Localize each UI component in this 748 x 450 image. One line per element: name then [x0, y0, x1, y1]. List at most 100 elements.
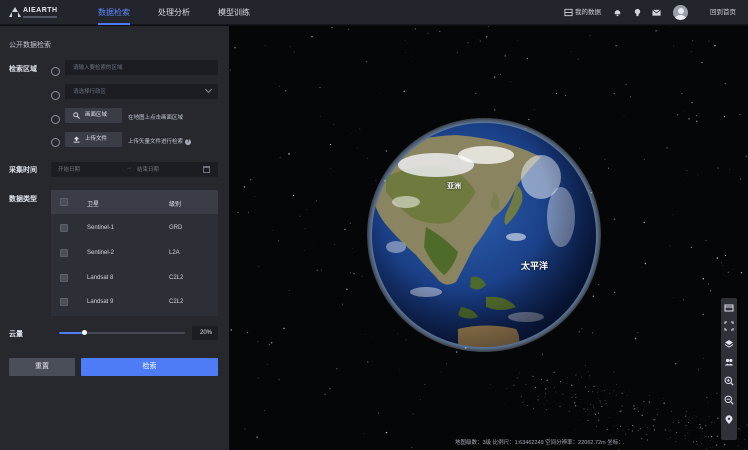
tab-model-training[interactable]: 模型训练: [218, 0, 250, 25]
star: [331, 26, 333, 28]
star: [696, 120, 698, 122]
radio-admin-select[interactable]: [51, 91, 60, 100]
star: [593, 405, 595, 407]
star: [653, 429, 656, 431]
star: [258, 266, 259, 267]
row-checkbox[interactable]: [60, 249, 68, 257]
star: [526, 57, 528, 60]
star: [504, 55, 506, 57]
reset-button[interactable]: 重置: [9, 358, 75, 376]
star: [599, 402, 601, 404]
star: [628, 428, 630, 430]
star: [356, 148, 358, 150]
row-checkbox[interactable]: [60, 298, 68, 306]
cloud-slider-handle[interactable]: [82, 330, 88, 335]
start-date-input[interactable]: [58, 162, 118, 177]
search-icon: [73, 112, 80, 119]
level-value: GRD: [169, 225, 183, 231]
cloud-value-box[interactable]: 20%: [192, 326, 218, 340]
star: [399, 368, 401, 370]
star: [513, 384, 515, 386]
map-view[interactable]: 亚洲 太平洋: [229, 26, 748, 450]
region-search-input[interactable]: [65, 60, 218, 75]
row-checkbox[interactable]: [60, 274, 68, 282]
row-checkbox[interactable]: [60, 224, 68, 232]
star: [584, 364, 586, 366]
star: [648, 401, 650, 403]
star: [598, 412, 600, 414]
star: [420, 399, 421, 400]
database-icon[interactable]: [564, 8, 573, 17]
mail-icon[interactable]: [652, 8, 661, 17]
star: [709, 290, 712, 292]
star: [601, 391, 603, 392]
search-panel: 公开数据检索 检索区域 画面区域 在地图上点击画面区域 上传文件 上传矢量文件进…: [0, 26, 229, 450]
star: [632, 424, 634, 427]
star: [637, 407, 639, 409]
star: [414, 28, 416, 30]
zoom-in-icon[interactable]: [724, 376, 734, 386]
star: [553, 371, 555, 374]
star: [346, 288, 348, 291]
home-link[interactable]: 回到首页: [710, 0, 736, 25]
star: [257, 341, 259, 343]
cloud-slider[interactable]: [59, 330, 185, 335]
tab-analysis[interactable]: 处理分析: [158, 0, 190, 25]
date-range-picker[interactable]: →: [51, 162, 218, 177]
basemap-icon[interactable]: [724, 303, 734, 313]
tab-data-search[interactable]: 数据检索: [98, 0, 130, 25]
star: [575, 396, 577, 398]
earth-globe[interactable]: [366, 117, 602, 353]
logo[interactable]: AIEARTH: [9, 6, 57, 20]
radio-upload-file[interactable]: [51, 138, 60, 147]
end-date-input[interactable]: [137, 162, 197, 177]
upload-file-button[interactable]: 上传文件: [65, 132, 122, 147]
radio-region-input[interactable]: [51, 67, 60, 76]
star: [285, 90, 287, 92]
help-icon[interactable]: ?: [185, 139, 192, 145]
calendar-icon[interactable]: [203, 166, 210, 173]
bell-icon[interactable]: [613, 8, 622, 17]
star: [701, 61, 703, 64]
select-all-checkbox[interactable]: [60, 198, 68, 206]
star: [706, 396, 708, 399]
star: [593, 406, 595, 409]
fullscreen-icon[interactable]: [724, 321, 734, 331]
star: [589, 35, 591, 37]
star: [263, 410, 265, 411]
upload-hint: 上传矢量文件进行检索?: [128, 137, 192, 145]
star: [633, 405, 635, 407]
map-label-pacific: 太平洋: [521, 261, 549, 271]
zoom-out-icon[interactable]: [724, 395, 734, 405]
star: [412, 55, 413, 57]
star: [615, 394, 617, 396]
draw-area-button[interactable]: 画面区域: [65, 108, 122, 123]
user-avatar[interactable]: [673, 5, 688, 20]
star: [532, 407, 535, 410]
star: [555, 391, 557, 393]
star: [683, 111, 685, 112]
star: [587, 390, 589, 393]
my-data-link[interactable]: 我的数据: [575, 0, 601, 25]
star: [691, 102, 693, 103]
star: [723, 116, 725, 118]
star: [708, 283, 710, 285]
star: [306, 208, 308, 210]
search-button[interactable]: 检索: [81, 358, 218, 376]
star: [626, 395, 628, 397]
radio-draw-area[interactable]: [51, 115, 60, 124]
table-header: 卫星 级别: [51, 190, 218, 214]
star: [605, 403, 607, 404]
star: [740, 271, 743, 274]
bulb-icon[interactable]: [633, 8, 642, 17]
star: [687, 170, 688, 171]
star: [663, 402, 665, 404]
star: [546, 400, 548, 402]
layers-icon[interactable]: [724, 339, 734, 349]
star: [349, 272, 351, 273]
users-icon[interactable]: [724, 357, 734, 367]
star: [692, 417, 694, 419]
admin-region-select[interactable]: [65, 84, 218, 99]
star: [403, 90, 405, 93]
location-icon[interactable]: [724, 415, 734, 425]
